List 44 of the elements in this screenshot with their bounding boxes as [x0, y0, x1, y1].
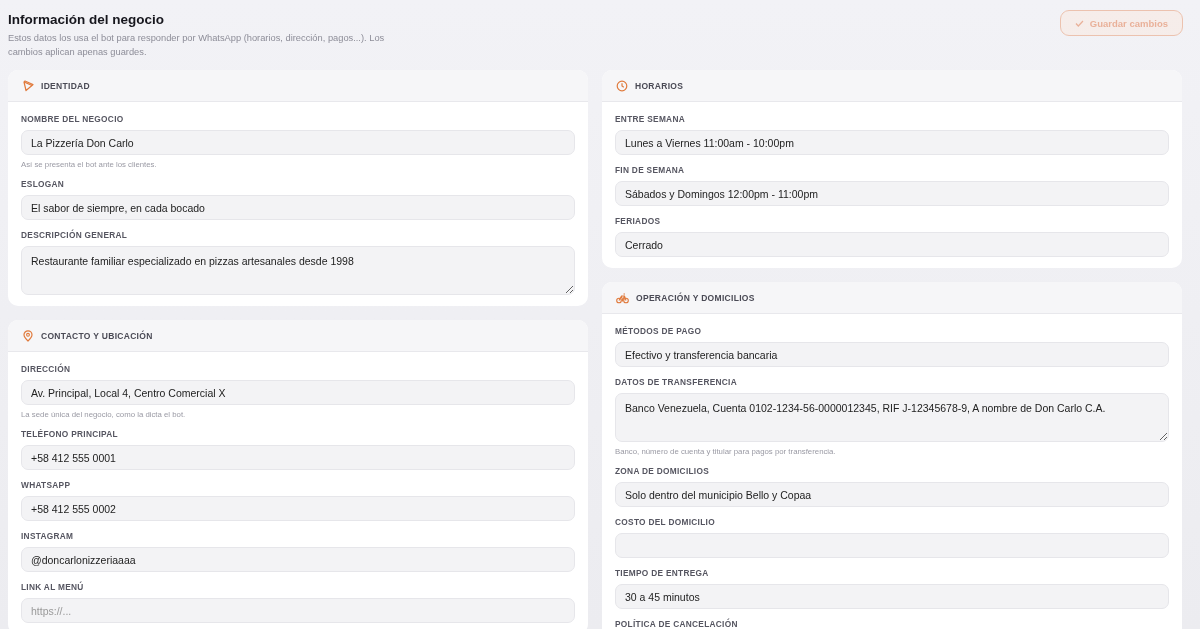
- input-field[interactable]: La Pizzería Don Carlo: [21, 130, 575, 155]
- field-label: DESCRIPCIÓN GENERAL: [21, 230, 129, 240]
- input-field[interactable]: Efectivo y transferencia bancaria: [615, 342, 1169, 367]
- field-label: INSTAGRAM: [21, 531, 75, 541]
- field-label: WHATSAPP: [21, 480, 72, 490]
- input-field[interactable]: Sábados y Domingos 12:00pm - 11:00pm: [615, 181, 1169, 206]
- input-field[interactable]: https://...: [21, 598, 575, 623]
- clock-icon: [616, 79, 628, 92]
- field-label: ZONA DE DOMICILIOS: [615, 466, 711, 476]
- field-label: POLÍTICA DE CANCELACIÓN: [615, 619, 739, 629]
- field-label: TELÉFONO PRINCIPAL: [21, 429, 119, 439]
- field-label: LINK AL MENÚ: [21, 582, 85, 592]
- field-label: ENTRE SEMANA: [615, 114, 686, 124]
- field-label: DIRECCIÓN: [21, 364, 72, 374]
- field-label: FERIADOS: [615, 216, 662, 226]
- field-label: ESLOGAN: [21, 179, 66, 189]
- field-label: DATOS DE TRANSFERENCIA: [615, 377, 738, 387]
- input-field[interactable]: +58 412 555 0002: [21, 496, 575, 521]
- page-title: Información del negocio: [8, 12, 165, 27]
- section-title: HORARIOS: [635, 80, 684, 91]
- field-label: COSTO DEL DOMICILIO: [615, 517, 716, 527]
- input-field[interactable]: Solo dentro del municipio Bello y Copaa: [615, 482, 1169, 507]
- section-title: IDENTIDAD: [41, 80, 90, 91]
- field-label: FIN DE SEMANA: [615, 165, 686, 175]
- check-icon: [1074, 19, 1084, 27]
- text-area[interactable]: Restaurante familiar especializado en pizzas artesanales desde 1998: [21, 246, 575, 295]
- field-label: NOMBRE DEL NEGOCIO: [21, 114, 125, 124]
- input-field[interactable]: 30 a 45 minutos: [615, 584, 1169, 609]
- section-title: OPERACIÓN Y DOMICILIOS: [636, 292, 755, 303]
- input-field[interactable]: Av. Principal, Local 4, Centro Comercial X: [21, 380, 575, 405]
- section-title: CONTACTO Y UBICACIÓN: [41, 330, 153, 341]
- text-area[interactable]: Banco Venezuela, Cuenta 0102-1234-56-0000012345, RIF J-12345678-9, A nombre de Don Carlo C.A.: [615, 393, 1169, 442]
- bicycle-icon: [616, 291, 629, 304]
- input-field[interactable]: El sabor de siempre, en cada bocado: [21, 195, 575, 220]
- input-field[interactable]: @doncarlonizzeriaaaa: [21, 547, 575, 572]
- page-description: Estos datos los usa el bot para responder por WhatsApp (horarios, dirección, pagos...). Los cambios aplican apenas guardes.: [8, 32, 386, 59]
- location-pin-icon: [22, 329, 34, 342]
- field-label: MÉTODOS DE PAGO: [615, 326, 703, 336]
- field-label: TIEMPO DE ENTREGA: [615, 568, 710, 578]
- input-field[interactable]: [615, 533, 1169, 558]
- input-field[interactable]: Cerrado: [615, 232, 1169, 257]
- pizza-slice-icon: [22, 79, 34, 92]
- input-field[interactable]: Lunes a Viernes 11:00am - 10:00pm: [615, 130, 1169, 155]
- input-field[interactable]: +58 412 555 0001: [21, 445, 575, 470]
